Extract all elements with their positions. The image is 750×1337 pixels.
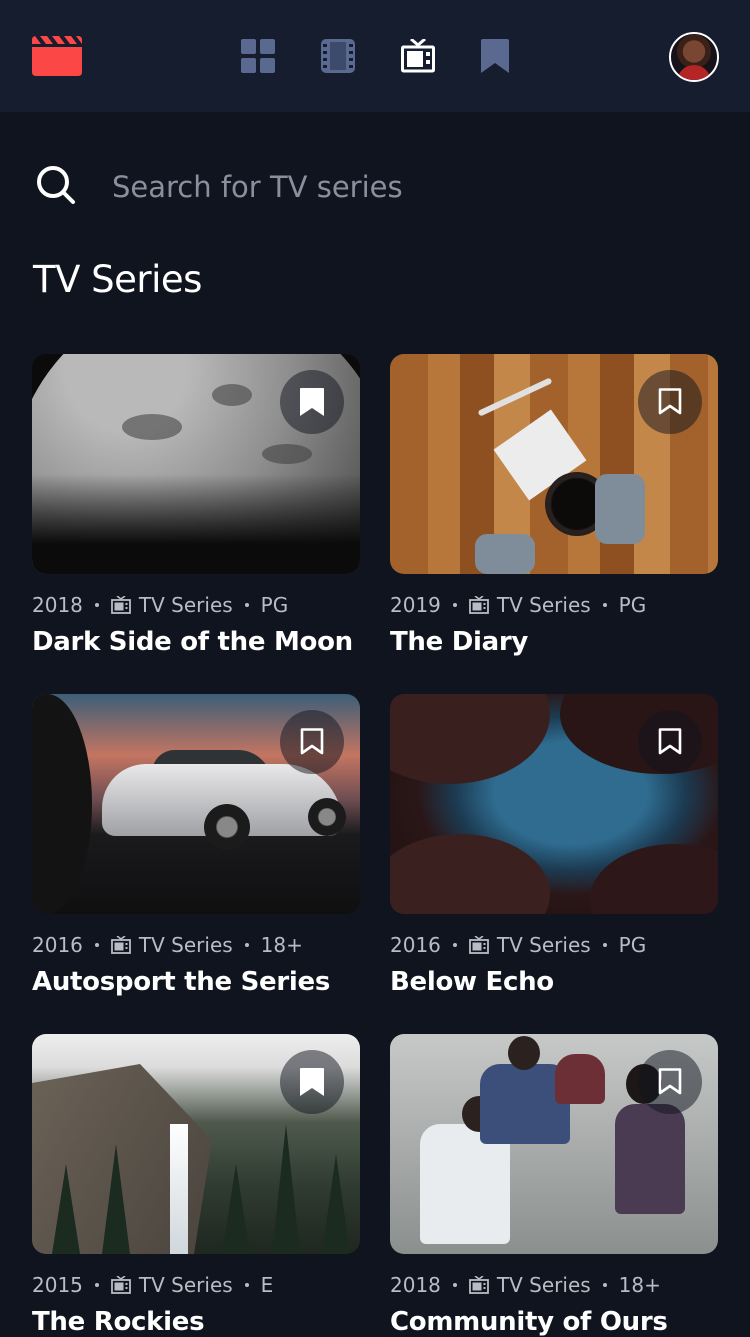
bookmark-empty-icon [658, 388, 682, 415]
show-card[interactable]: 2015 TV Series E The Rockies [32, 1034, 360, 1337]
section-title: TV Series [33, 258, 202, 301]
separator-dot [452, 603, 457, 607]
top-navigation-bar [0, 0, 750, 112]
show-meta: 2018 TV Series 18+ [390, 1271, 718, 1299]
show-thumbnail[interactable] [390, 354, 718, 574]
app-logo-icon[interactable] [32, 36, 82, 76]
bookmark-button[interactable] [638, 710, 702, 774]
show-year: 2015 [32, 1273, 83, 1297]
separator-dot [94, 943, 99, 947]
tv-series-category-icon [469, 936, 489, 954]
show-rating: PG [618, 593, 647, 617]
show-meta: 2016 TV Series PG [390, 931, 718, 959]
separator-dot [94, 603, 99, 607]
show-title[interactable]: The Diary [390, 627, 718, 657]
show-category: TV Series [138, 593, 233, 617]
tv-series-category-icon [469, 596, 489, 614]
show-meta: 2016 TV Series 18+ [32, 931, 360, 959]
bookmark-filled-icon [300, 388, 324, 416]
show-category: TV Series [496, 593, 591, 617]
separator-dot [244, 1283, 249, 1287]
show-thumbnail[interactable] [32, 1034, 360, 1254]
show-rating: PG [260, 593, 289, 617]
show-card[interactable]: 2018 TV Series 18+ Community of Ours [390, 1034, 718, 1337]
show-card[interactable]: 2016 TV Series PG Below Echo [390, 694, 718, 997]
show-year: 2018 [32, 593, 83, 617]
tv-series-category-icon [111, 596, 131, 614]
show-year: 2018 [390, 1273, 441, 1297]
separator-dot [452, 943, 457, 947]
separator-dot [94, 1283, 99, 1287]
search-icon [37, 166, 75, 204]
show-meta: 2015 TV Series E [32, 1271, 360, 1299]
search-bar [36, 160, 726, 216]
bookmark-empty-icon [658, 728, 682, 755]
separator-dot [602, 943, 607, 947]
show-title[interactable]: Below Echo [390, 967, 718, 997]
show-thumbnail[interactable] [390, 1034, 718, 1254]
show-thumbnail[interactable] [390, 694, 718, 914]
separator-dot [602, 603, 607, 607]
show-meta: 2019 TV Series PG [390, 591, 718, 619]
show-card[interactable]: 2019 TV Series PG The Diary [390, 354, 718, 657]
thumbnail-image [390, 694, 550, 784]
show-title[interactable]: Community of Ours [390, 1307, 718, 1337]
bookmark-button[interactable] [280, 1050, 344, 1114]
bookmark-empty-icon [658, 1068, 682, 1095]
thumbnail-image [32, 694, 92, 914]
show-year: 2016 [32, 933, 83, 957]
show-title[interactable]: The Rockies [32, 1307, 360, 1337]
search-input[interactable] [112, 162, 712, 212]
show-rating: E [260, 1273, 274, 1297]
show-title[interactable]: Dark Side of the Moon [32, 627, 360, 657]
show-rating: 18+ [260, 933, 303, 957]
show-meta: 2018 TV Series PG [32, 591, 360, 619]
bookmark-button[interactable] [280, 710, 344, 774]
separator-dot [602, 1283, 607, 1287]
bookmark-button[interactable] [638, 1050, 702, 1114]
tv-series-category-icon [111, 936, 131, 954]
show-card[interactable]: 2016 TV Series 18+ Autosport the Series [32, 694, 360, 997]
show-category: TV Series [496, 1273, 591, 1297]
nav-movies-icon[interactable] [321, 39, 355, 73]
show-year: 2016 [390, 933, 441, 957]
tv-series-category-icon [469, 1276, 489, 1294]
show-rating: PG [618, 933, 647, 957]
show-category: TV Series [138, 1273, 233, 1297]
show-card[interactable]: 2018 TV Series PG Dark Side of the Moon [32, 354, 360, 657]
show-category: TV Series [138, 933, 233, 957]
separator-dot [452, 1283, 457, 1287]
show-year: 2019 [390, 593, 441, 617]
nav-tv-series-icon[interactable] [401, 39, 435, 73]
avatar-image [677, 65, 711, 80]
show-thumbnail[interactable] [32, 354, 360, 574]
thumbnail-image [477, 377, 553, 417]
bookmark-empty-icon [300, 728, 324, 755]
separator-dot [244, 943, 249, 947]
user-avatar[interactable] [669, 32, 719, 82]
bookmark-button[interactable] [280, 370, 344, 434]
nav-bookmarks-icon[interactable] [481, 39, 509, 73]
separator-dot [244, 603, 249, 607]
nav-home-icon[interactable] [241, 39, 275, 73]
bookmark-button[interactable] [638, 370, 702, 434]
show-title[interactable]: Autosport the Series [32, 967, 360, 997]
bookmark-filled-icon [300, 1068, 324, 1096]
tv-series-category-icon [111, 1276, 131, 1294]
show-thumbnail[interactable] [32, 694, 360, 914]
show-category: TV Series [496, 933, 591, 957]
show-rating: 18+ [618, 1273, 661, 1297]
